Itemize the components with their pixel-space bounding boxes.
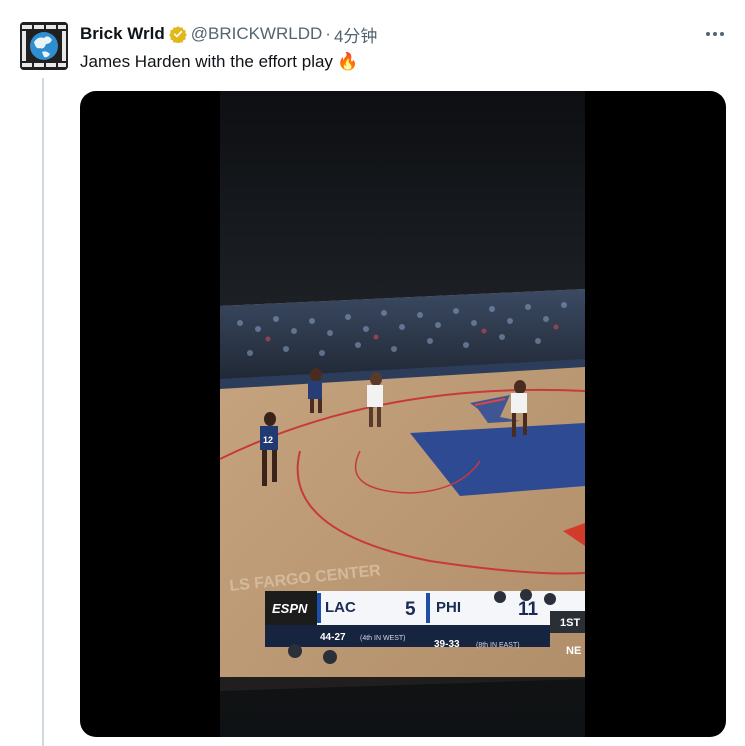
verified-badge-icon xyxy=(168,25,187,43)
home-team: PHI xyxy=(436,599,461,616)
home-record: 39-33 xyxy=(434,639,460,650)
tweet-header: Brick Wrld @BRICKWRLDD · 4分钟 xyxy=(80,22,729,47)
author-handle[interactable]: @BRICKWRLDD xyxy=(191,24,323,44)
home-score: 11 xyxy=(518,599,539,620)
corner-tag: NE xyxy=(566,645,581,657)
video-frame: 12 LS FARGO CENTER ESPN LAC 5 PHI 11 1ST… xyxy=(219,91,586,737)
brick-globe-logo xyxy=(20,22,68,70)
fire-emoji-icon: 🔥 xyxy=(336,52,359,71)
tweet-text: James Harden with the effort play 🔥 xyxy=(80,52,358,72)
tweet-body: James Harden with the effort play xyxy=(80,52,333,71)
timestamp[interactable]: 4分钟 xyxy=(334,22,377,47)
separator-dot: · xyxy=(325,24,331,43)
thread-connector-line xyxy=(42,78,44,746)
author-name[interactable]: Brick Wrld xyxy=(80,24,165,44)
player-jersey-number: 12 xyxy=(263,435,273,445)
more-options-button[interactable] xyxy=(701,22,729,46)
avatar[interactable] xyxy=(20,22,68,70)
away-team: LAC xyxy=(325,599,356,616)
away-score: 5 xyxy=(405,599,416,620)
away-record: 44-27 xyxy=(320,632,346,643)
home-standing: (8th IN EAST) xyxy=(476,642,520,649)
quarter-indicator: 1ST xyxy=(560,617,580,629)
video-media[interactable]: 12 LS FARGO CENTER ESPN LAC 5 PHI 11 1ST… xyxy=(80,91,726,737)
network-logo: ESPN xyxy=(272,601,308,616)
more-horizontal-icon xyxy=(706,32,724,36)
away-standing: (4th IN WEST) xyxy=(360,635,406,642)
